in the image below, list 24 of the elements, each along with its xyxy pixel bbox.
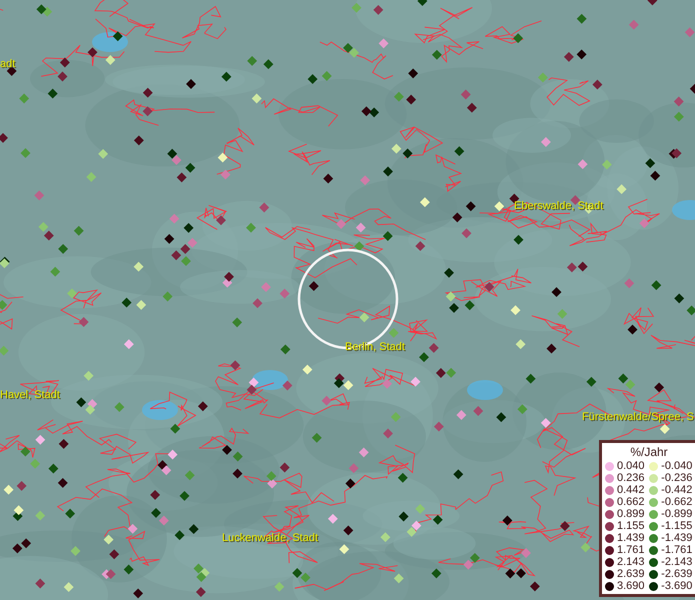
legend-label: 0.662: [617, 496, 645, 508]
legend-label: -2.143: [661, 556, 692, 568]
legend-label: -1.155: [661, 520, 692, 532]
legend-label: 2.143: [617, 556, 645, 568]
legend-label: -3.690: [661, 580, 692, 592]
legend-label: -0.662: [661, 496, 692, 508]
legend-label: -1.439: [661, 532, 692, 544]
legend-label: -2.639: [661, 568, 692, 580]
legend-label: -0.236: [661, 472, 692, 484]
legend-label: 1.155: [617, 520, 645, 532]
legend-label: -0.899: [661, 508, 692, 520]
legend-label: 0.442: [617, 484, 645, 496]
legend-label: 2.639: [617, 568, 645, 580]
legend-label: 3.690: [617, 580, 645, 592]
legend-title: %/Jahr: [629, 445, 669, 459]
place-label: adt: [0, 58, 16, 70]
legend-label: 1.761: [617, 544, 645, 556]
legend-label: 0.236: [617, 472, 645, 484]
legend-label: -0.040: [661, 460, 692, 472]
legend-label: 0.040: [617, 460, 645, 472]
legend-label: 1.439: [617, 532, 645, 544]
legend-label: -1.761: [661, 544, 692, 556]
legend-label: -0.442: [661, 484, 692, 496]
legend-label: 0.899: [617, 508, 645, 520]
